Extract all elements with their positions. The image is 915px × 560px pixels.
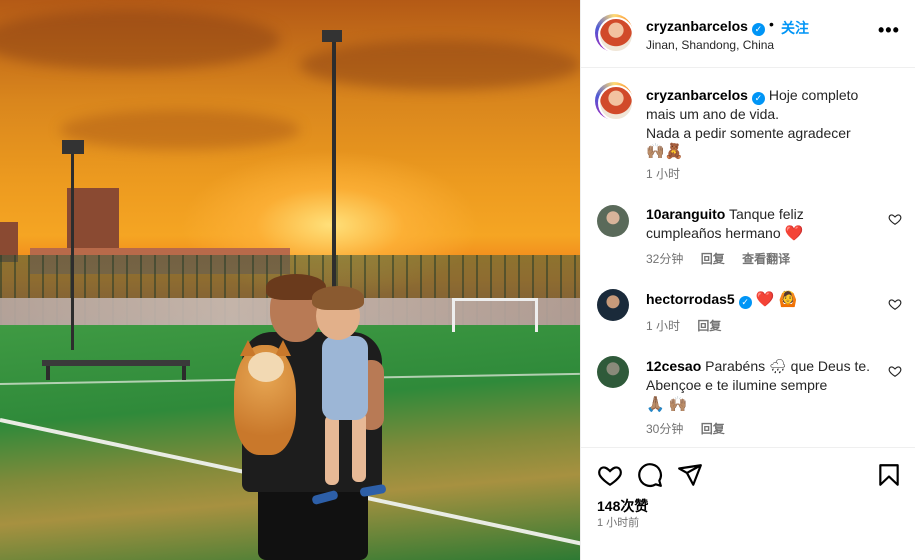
comment-time: 30分钟 [646,422,684,436]
verified-badge-icon: ✓ [751,92,765,105]
comment-emoji: ❤️ 🙆 [755,291,798,308]
like-comment-heart-icon[interactable] [888,364,902,378]
child-body [322,336,368,420]
separator-dot: • [769,16,774,32]
cloud [300,40,580,90]
username-text[interactable]: cryzanbarcelos [646,18,748,34]
header-username[interactable]: cryzanbarcelos ✓ [646,18,765,36]
bench-leg [46,366,50,380]
more-options-icon[interactable]: ••• [878,20,900,41]
like-comment-heart-icon[interactable] [888,297,902,311]
comment-emoji: 🙏🏽 🙌🏽 [646,396,688,413]
avatar[interactable] [595,14,634,53]
follow-button[interactable]: 关注 [781,18,809,38]
like-comment-heart-icon[interactable] [888,212,902,226]
post-sidebar: cryzanbarcelos ✓ • 关注 Jinan, Shandong, Ch… [580,0,915,560]
child-hair [312,286,364,310]
see-translation-button[interactable]: 查看翻译 [742,252,790,266]
caption-meta: 1 小时 [646,165,694,182]
floodlight-pole [332,30,336,330]
caption-line1: Hoje completo [768,87,859,103]
post-header: cryzanbarcelos ✓ • 关注 Jinan, Shandong, Ch… [581,0,915,68]
like-count[interactable]: 148次赞 [597,496,648,516]
building [67,188,119,256]
floodlight-pole [71,140,74,350]
child-leg [325,415,339,485]
comment-emoji: ❤️ [784,225,804,242]
comment-time: 1 小时 [646,319,681,333]
dog-ear [275,340,291,356]
dog-ear [240,340,256,356]
comment-3: 12cesao Parabéns 🌧 que Deus te. Abençoe … [646,357,871,414]
comment-3-meta: 30分钟 回复 [646,420,739,437]
comment-username[interactable]: hectorrodas5 [646,291,735,307]
bookmark-icon[interactable] [876,462,902,488]
bench-leg [182,366,186,380]
floodlight-lamp [62,140,84,154]
caption: cryzanbarcelos ✓ Hoje completo mais um an… [646,86,896,162]
heart-icon[interactable] [597,462,623,488]
child-leg [352,412,366,482]
location-link[interactable]: Jinan, Shandong, China [646,38,774,52]
soccer-goal [452,298,538,332]
cloud [0,10,280,70]
comment-2-meta: 1 小时 回复 [646,317,735,334]
comment-icon[interactable] [637,462,663,488]
verified-badge-icon: ✓ [751,23,765,36]
caption-time: 1 小时 [646,167,681,181]
comment-2: hectorrodas5 ✓ ❤️ 🙆 [646,290,871,309]
comment-avatar[interactable] [597,289,629,321]
post-photo[interactable] [0,0,580,560]
share-icon[interactable] [677,462,703,488]
reply-button[interactable]: 回复 [701,252,725,266]
comment-username[interactable]: 12cesao [646,358,701,374]
comment-avatar[interactable] [597,356,629,388]
cloud [60,110,300,150]
caption-emoji: 🙌🏽🧸 [646,143,684,160]
comment-1-meta: 32分钟 回复 查看翻译 [646,250,804,267]
caption-line3: Nada a pedir somente agradecer [646,124,851,141]
bench [42,360,190,366]
reply-button[interactable]: 回复 [701,422,725,436]
post-time: 1 小时前 [597,517,640,529]
verified-badge-icon: ✓ [738,296,752,309]
action-bar: 148次赞 1 小时前 [581,447,915,560]
comment-time: 32分钟 [646,252,684,266]
caption-username[interactable]: cryzanbarcelos [646,87,748,103]
floodlight-lamp [322,30,342,42]
dog-face [248,352,284,382]
comment-1: 10aranguito Tanque feliz cumpleaños herm… [646,205,871,243]
caption-line2: mais um ano de vida. [646,106,780,122]
caption-avatar[interactable] [595,82,634,121]
comment-avatar[interactable] [597,205,629,237]
comment-username[interactable]: 10aranguito [646,206,725,222]
reply-button[interactable]: 回复 [697,319,721,333]
